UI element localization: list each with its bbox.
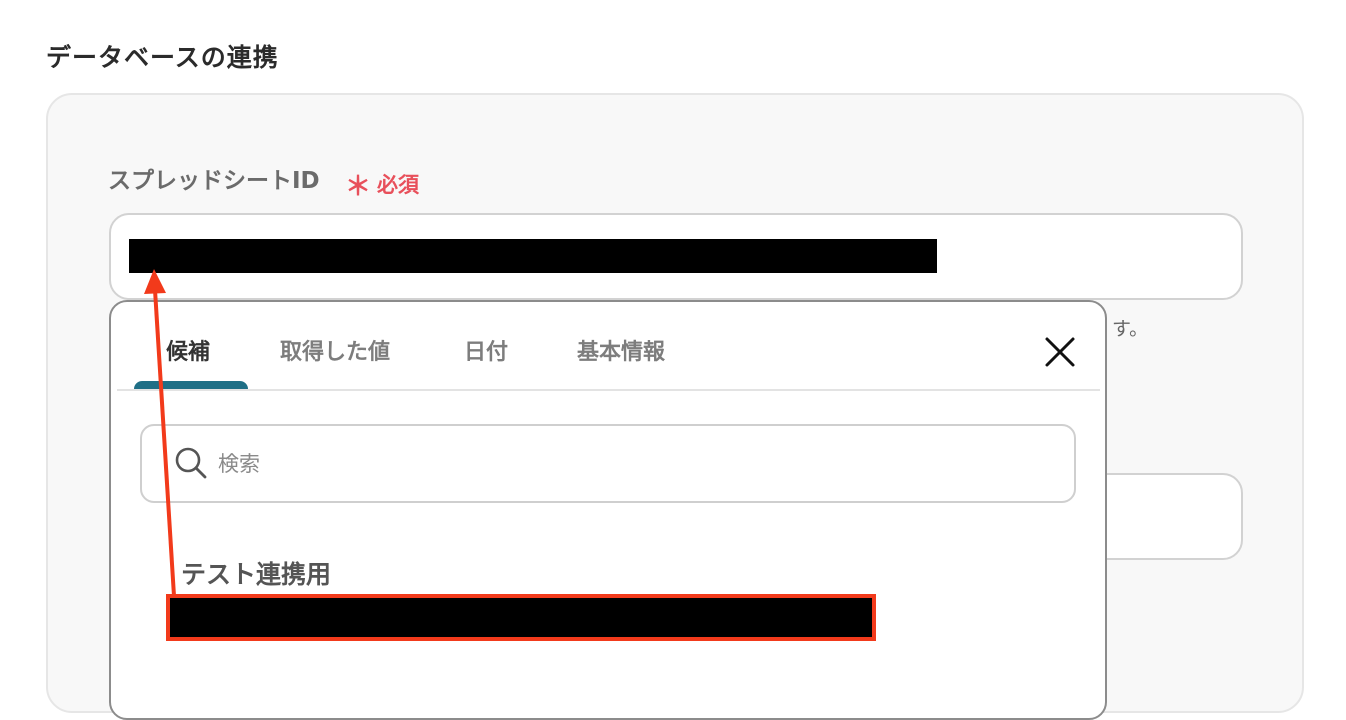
- field-label: スプレッドシートID: [108, 168, 320, 194]
- active-tab-indicator: [134, 381, 248, 389]
- tab-candidates[interactable]: 候補: [166, 334, 210, 366]
- section-title: データベースの連携: [46, 43, 279, 72]
- close-icon[interactable]: [1040, 332, 1080, 372]
- search-input[interactable]: [216, 447, 1040, 481]
- required-text: 必須: [377, 173, 420, 197]
- tab-divider: [117, 389, 1100, 391]
- required-asterisk: ＊: [345, 172, 372, 202]
- redacted-option-item[interactable]: [166, 594, 876, 641]
- field-hint: す。: [1112, 318, 1149, 340]
- tab-acquired-values[interactable]: 取得した値: [280, 334, 390, 366]
- redacted-input-value: [129, 239, 937, 273]
- option-group-title: テスト連携用: [181, 560, 332, 589]
- tab-date[interactable]: 日付: [464, 334, 508, 366]
- required-badge: ＊必須: [345, 163, 420, 202]
- search-icon: [175, 447, 207, 479]
- tab-basic-info[interactable]: 基本情報: [577, 334, 665, 366]
